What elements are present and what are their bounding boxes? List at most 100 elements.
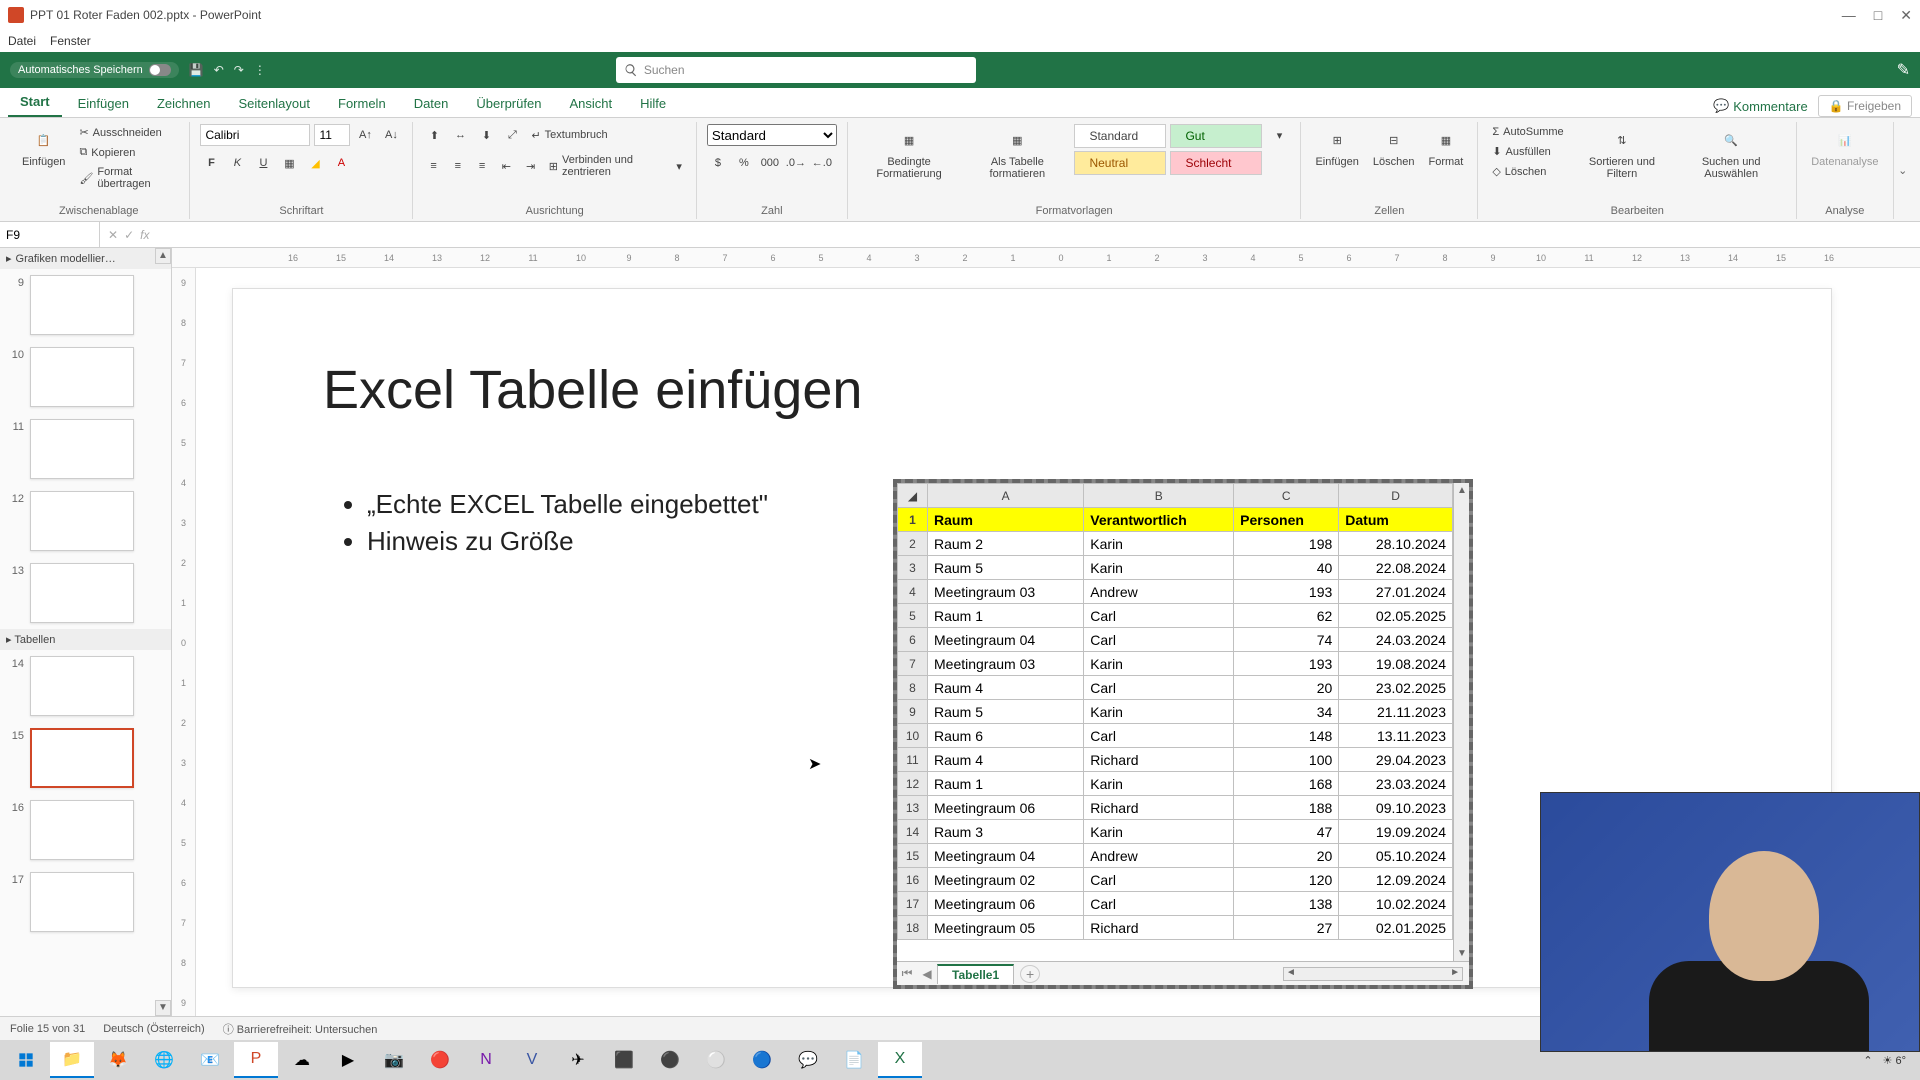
tab-hilfe[interactable]: Hilfe: [628, 90, 678, 117]
cell-d10[interactable]: 13.11.2023: [1339, 724, 1453, 748]
section-header-tabellen[interactable]: ▸ Tabellen: [0, 629, 171, 650]
slide-thumb-12[interactable]: 12: [0, 485, 171, 557]
autosave-toggle[interactable]: Automatisches Speichern: [10, 62, 179, 78]
cell-b17[interactable]: Carl: [1084, 892, 1234, 916]
cell-d6[interactable]: 24.03.2024: [1339, 628, 1453, 652]
cell-c7[interactable]: 193: [1234, 652, 1339, 676]
decrease-font-icon[interactable]: A↓: [380, 124, 402, 146]
cell-d13[interactable]: 09.10.2023: [1339, 796, 1453, 820]
cell-b8[interactable]: Carl: [1084, 676, 1234, 700]
row-header-10[interactable]: 10: [898, 724, 928, 748]
weather-widget[interactable]: ☀ 6°: [1883, 1054, 1906, 1067]
tab-einfuegen[interactable]: Einfügen: [66, 90, 141, 117]
redo-icon[interactable]: ↷: [234, 63, 244, 77]
row-header-1[interactable]: 1: [898, 508, 928, 532]
slide-thumb-16[interactable]: 16: [0, 794, 171, 866]
cell-a7[interactable]: Meetingraum 03: [928, 652, 1084, 676]
cell-d8[interactable]: 23.02.2025: [1339, 676, 1453, 700]
cell-c11[interactable]: 100: [1234, 748, 1339, 772]
orientation-icon[interactable]: ⤢: [501, 124, 523, 146]
cell-d7[interactable]: 19.08.2024: [1339, 652, 1453, 676]
chrome-icon[interactable]: 🌐: [142, 1042, 186, 1078]
styles-more-icon[interactable]: ▾: [1268, 124, 1290, 146]
save-icon[interactable]: 💾: [189, 63, 204, 77]
table-row[interactable]: 10 Raum 6 Carl 148 13.11.2023: [898, 724, 1453, 748]
cell-a18[interactable]: Meetingraum 05: [928, 916, 1084, 940]
table-row[interactable]: 7 Meetingraum 03 Karin 193 19.08.2024: [898, 652, 1453, 676]
cell-b16[interactable]: Carl: [1084, 868, 1234, 892]
select-all-cell[interactable]: ◢: [898, 484, 928, 508]
tab-daten[interactable]: Daten: [402, 90, 461, 117]
app-icon-9[interactable]: 📄: [832, 1042, 876, 1078]
cell-a15[interactable]: Meetingraum 04: [928, 844, 1084, 868]
increase-font-icon[interactable]: A↑: [354, 124, 376, 146]
cell-d17[interactable]: 10.02.2024: [1339, 892, 1453, 916]
slide-bullets[interactable]: „Echte EXCEL Tabelle eingebettet" Hinwei…: [343, 489, 768, 563]
tab-start[interactable]: Start: [8, 88, 62, 117]
style-schlecht[interactable]: Schlecht: [1170, 151, 1262, 175]
row-header-8[interactable]: 8: [898, 676, 928, 700]
row-header-6[interactable]: 6: [898, 628, 928, 652]
style-neutral[interactable]: Neutral: [1074, 151, 1166, 175]
row-header-18[interactable]: 18: [898, 916, 928, 940]
cell-b4[interactable]: Andrew: [1084, 580, 1234, 604]
excel-table[interactable]: ◢ A B C D 1 Raum Verantwortlich Personen…: [897, 483, 1453, 940]
table-row[interactable]: 2 Raum 2 Karin 198 28.10.2024: [898, 532, 1453, 556]
cell-a12[interactable]: Raum 1: [928, 772, 1084, 796]
embedded-excel-object[interactable]: ◢ A B C D 1 Raum Verantwortlich Personen…: [893, 479, 1473, 989]
bold-button[interactable]: F: [200, 152, 222, 174]
insert-cells-button[interactable]: ⊞Einfügen: [1311, 124, 1362, 170]
table-row[interactable]: 16 Meetingraum 02 Carl 120 12.09.2024: [898, 868, 1453, 892]
cell-d3[interactable]: 22.08.2024: [1339, 556, 1453, 580]
sheet-tab-tabelle1[interactable]: Tabelle1: [937, 964, 1014, 984]
minimize-button[interactable]: —: [1842, 7, 1856, 24]
section-header-grafiken[interactable]: ▸ Grafiken modellier…: [0, 248, 171, 269]
slide-title[interactable]: Excel Tabelle einfügen: [323, 359, 862, 421]
align-bottom-icon[interactable]: ⬇: [475, 124, 497, 146]
tray-expand-icon[interactable]: ⌃: [1863, 1054, 1872, 1067]
cell-b5[interactable]: Carl: [1084, 604, 1234, 628]
table-row[interactable]: 11 Raum 4 Richard 100 29.04.2023: [898, 748, 1453, 772]
slide-thumb-17[interactable]: 17: [0, 866, 171, 938]
col-header-c[interactable]: C: [1234, 484, 1339, 508]
table-row[interactable]: 13 Meetingraum 06 Richard 188 09.10.2023: [898, 796, 1453, 820]
cell-c4[interactable]: 193: [1234, 580, 1339, 604]
table-row[interactable]: 15 Meetingraum 04 Andrew 20 05.10.2024: [898, 844, 1453, 868]
cell-b2[interactable]: Karin: [1084, 532, 1234, 556]
cell-b12[interactable]: Karin: [1084, 772, 1234, 796]
format-painter-button[interactable]: 🖌 Format übertragen: [75, 164, 179, 192]
slide-thumb-9[interactable]: 9: [0, 269, 171, 341]
cell-d4[interactable]: 27.01.2024: [1339, 580, 1453, 604]
italic-button[interactable]: K: [226, 152, 248, 174]
align-middle-icon[interactable]: ↔: [449, 124, 471, 146]
row-header-17[interactable]: 17: [898, 892, 928, 916]
slide-thumb-15[interactable]: 15: [0, 722, 171, 794]
excel-vertical-scrollbar[interactable]: [1453, 483, 1469, 961]
share-button[interactable]: 🔒 Freigeben: [1818, 95, 1912, 117]
tab-formeln[interactable]: Formeln: [326, 90, 398, 117]
percent-icon[interactable]: %: [733, 152, 755, 174]
cell-c1[interactable]: Personen: [1234, 508, 1339, 532]
cell-b15[interactable]: Andrew: [1084, 844, 1234, 868]
thumbs-scroll-up-icon[interactable]: ▲: [155, 248, 171, 264]
font-name-input[interactable]: [200, 124, 310, 146]
app-icon-4[interactable]: ⬛: [602, 1042, 646, 1078]
outlook-icon[interactable]: 📧: [188, 1042, 232, 1078]
cell-c15[interactable]: 20: [1234, 844, 1339, 868]
row-header-12[interactable]: 12: [898, 772, 928, 796]
tab-ansicht[interactable]: Ansicht: [557, 90, 624, 117]
app-icon-3[interactable]: 🔴: [418, 1042, 462, 1078]
table-row[interactable]: 3 Raum 5 Karin 40 22.08.2024: [898, 556, 1453, 580]
indent-decrease-icon[interactable]: ⇤: [496, 155, 516, 177]
decrease-decimal-icon[interactable]: ←.0: [811, 152, 833, 174]
data-analysis-button[interactable]: 📊Datenanalyse: [1807, 124, 1882, 170]
format-cells-button[interactable]: ▦Format: [1424, 124, 1467, 170]
excel-horizontal-scrollbar[interactable]: [1283, 967, 1463, 981]
conditional-format-button[interactable]: ▦Bedingte Formatierung: [858, 124, 960, 182]
cell-c18[interactable]: 27: [1234, 916, 1339, 940]
cell-c16[interactable]: 120: [1234, 868, 1339, 892]
cell-c14[interactable]: 47: [1234, 820, 1339, 844]
cell-a3[interactable]: Raum 5: [928, 556, 1084, 580]
undo-icon[interactable]: ↶: [214, 63, 224, 77]
align-center-icon[interactable]: ≡: [448, 155, 468, 177]
